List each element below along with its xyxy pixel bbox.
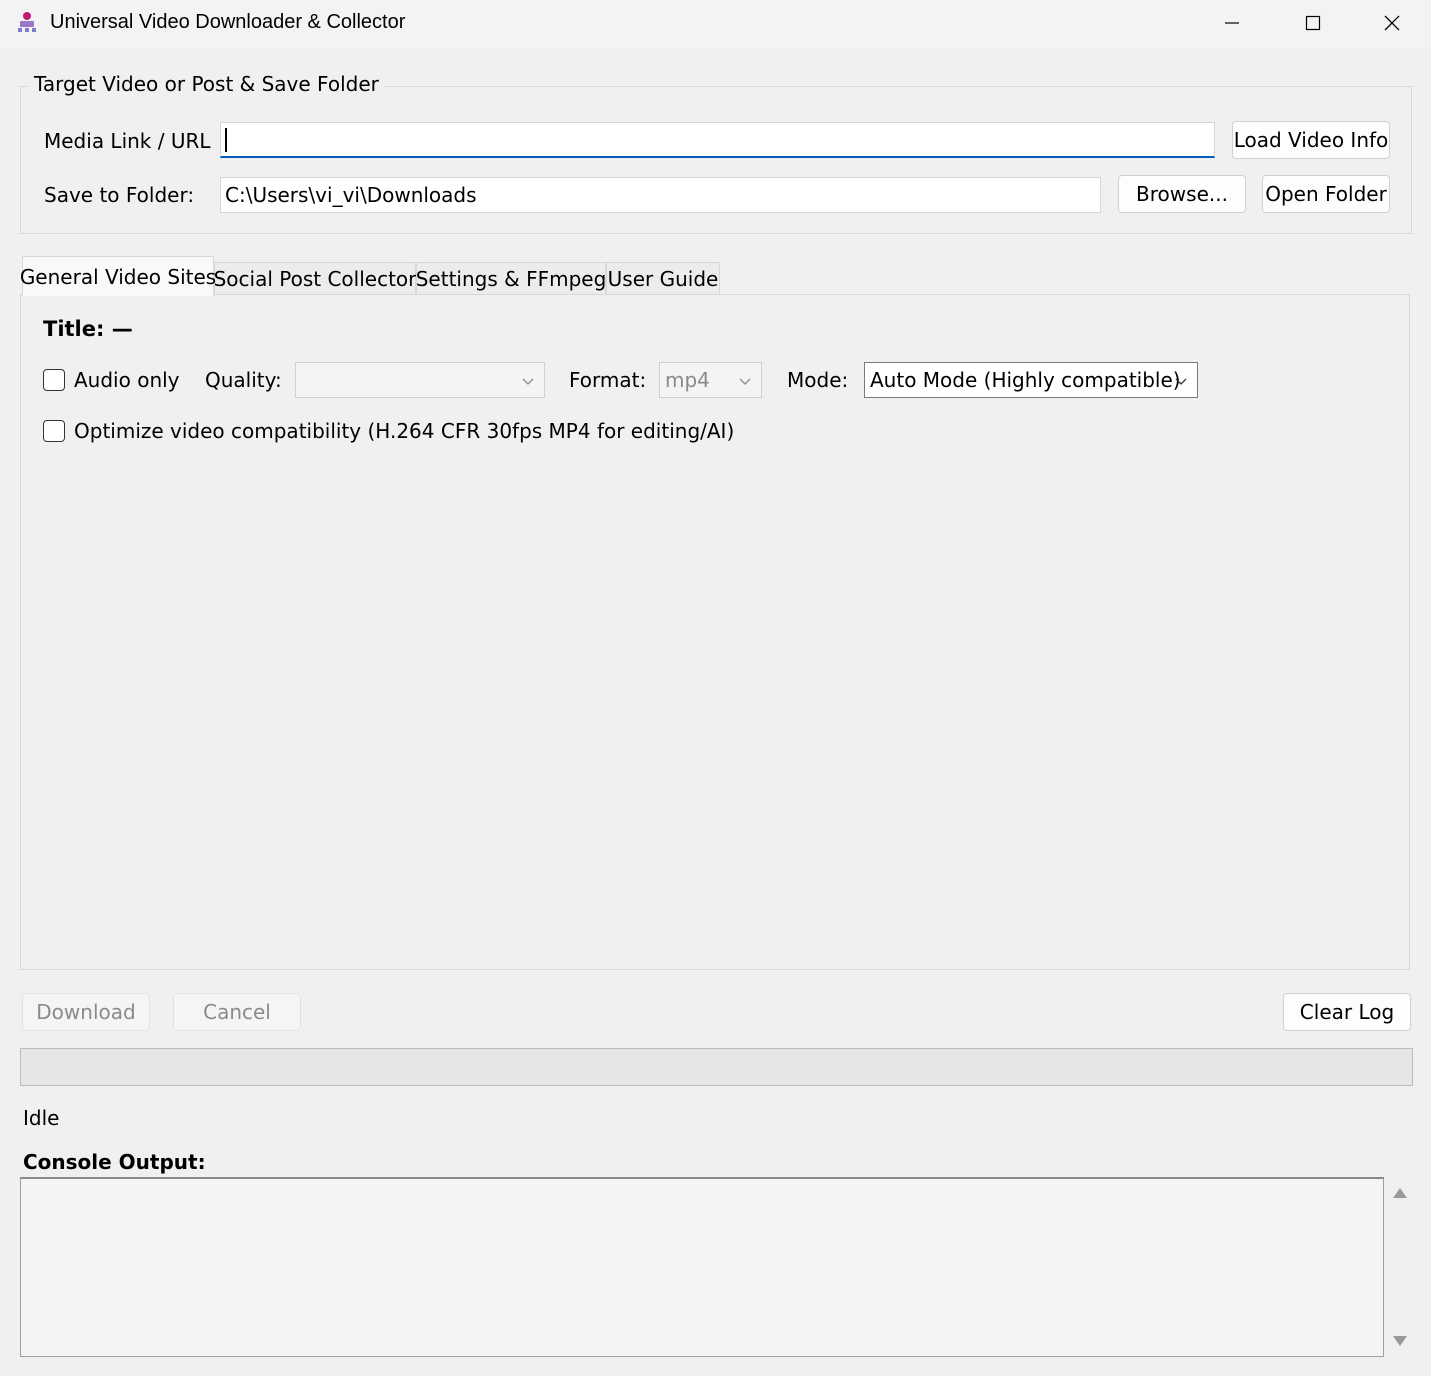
console-output-label: Console Output: xyxy=(23,1150,206,1174)
minimize-icon xyxy=(1225,22,1239,24)
title-bar: Universal Video Downloader & Collector xyxy=(0,0,1431,48)
chevron-down-icon xyxy=(739,378,751,385)
tab-user-guide[interactable]: User Guide xyxy=(606,262,720,295)
maximize-button[interactable] xyxy=(1273,0,1353,46)
close-icon xyxy=(1384,15,1400,31)
status-text: Idle xyxy=(23,1106,60,1130)
console-output[interactable] xyxy=(20,1177,1384,1357)
progress-bar xyxy=(20,1048,1413,1086)
cancel-button[interactable]: Cancel xyxy=(173,993,301,1031)
load-video-info-button[interactable]: Load Video Info xyxy=(1232,121,1390,159)
mode-select[interactable]: Auto Mode (Highly compatible) xyxy=(864,362,1198,398)
optimize-checkbox[interactable] xyxy=(43,420,65,442)
media-link-label: Media Link / URL xyxy=(44,129,211,153)
download-button[interactable]: Download xyxy=(22,993,150,1031)
save-folder-label: Save to Folder: xyxy=(44,183,195,207)
maximize-icon xyxy=(1305,15,1321,31)
browse-button[interactable]: Browse... xyxy=(1118,175,1246,213)
video-title-label: Title: — xyxy=(43,317,133,341)
media-link-input[interactable] xyxy=(220,122,1215,158)
chevron-down-icon xyxy=(522,378,534,385)
optimize-label[interactable]: Optimize video compatibility (H.264 CFR … xyxy=(74,419,734,443)
tab-social-post-collector[interactable]: Social Post Collector xyxy=(214,262,416,295)
minimize-button[interactable] xyxy=(1192,0,1272,46)
tab-general-video-sites[interactable]: General Video Sites xyxy=(20,256,216,296)
open-folder-button[interactable]: Open Folder xyxy=(1262,175,1390,213)
scroll-up-icon[interactable] xyxy=(1391,1186,1409,1200)
format-label: Format: xyxy=(569,368,647,392)
clear-log-button[interactable]: Clear Log xyxy=(1283,993,1411,1031)
quality-label: Quality: xyxy=(205,368,282,392)
scroll-down-icon[interactable] xyxy=(1391,1334,1409,1348)
target-group-title: Target Video or Post & Save Folder xyxy=(28,72,385,96)
format-select[interactable]: mp4 xyxy=(659,362,762,398)
close-button[interactable] xyxy=(1352,0,1431,46)
console-text xyxy=(21,1179,1383,1187)
mode-label: Mode: xyxy=(787,368,849,392)
quality-select[interactable] xyxy=(295,362,545,398)
chevron-down-icon xyxy=(1175,378,1187,385)
tab-settings-ffmpeg[interactable]: Settings & FFmpeg xyxy=(416,262,606,295)
audio-only-checkbox[interactable] xyxy=(43,369,65,391)
save-folder-input[interactable] xyxy=(220,177,1101,213)
audio-only-label[interactable]: Audio only xyxy=(74,368,180,392)
app-icon xyxy=(18,12,36,32)
mode-value: Auto Mode (Highly compatible) xyxy=(870,368,1181,392)
format-value: mp4 xyxy=(665,368,710,392)
window-title: Universal Video Downloader & Collector xyxy=(50,11,406,33)
text-caret xyxy=(225,128,227,152)
